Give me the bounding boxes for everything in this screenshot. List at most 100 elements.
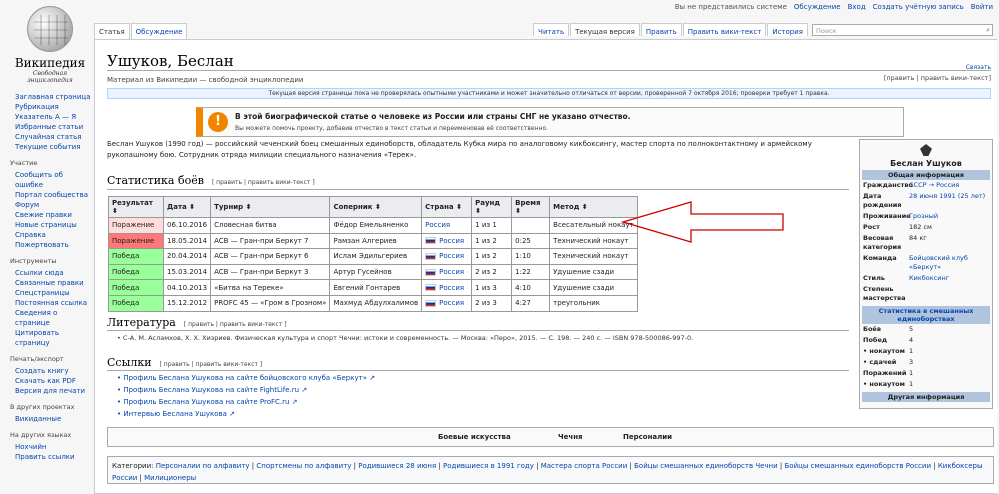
external-link[interactable]: • Профиль Беслана Ушукова на сайте Fight… (117, 386, 307, 394)
country-link[interactable]: Россия (439, 284, 464, 292)
column-header[interactable]: Страна ⬍ (421, 196, 473, 218)
infobox-stats-band[interactable]: Статистика в смешанных единоборствах (862, 306, 990, 324)
sidebar-item[interactable]: Связанные правки (10, 278, 92, 288)
sidebar-item[interactable]: Рубрикация (10, 102, 92, 112)
category-link[interactable]: Бойцы смешанных единоборств Чечни (634, 462, 778, 470)
external-link[interactable]: • Профиль Беслана Ушукова на сайте ProFC… (117, 398, 298, 406)
infobox-value[interactable]: СССР → Россия (909, 181, 989, 190)
column-header[interactable]: Турнир ⬍ (210, 196, 331, 218)
category-link[interactable]: Бойцы смешанных единоборств России (785, 462, 932, 470)
search-input[interactable]: Поиск ⌕ (812, 24, 993, 36)
chechnya-link[interactable]: Чечня (558, 433, 583, 441)
country-cell[interactable]: Россия (421, 248, 473, 265)
sidebar-item[interactable]: Новые страницы (10, 220, 92, 230)
date-cell: 18.05.2014 (162, 232, 212, 250)
personal-item[interactable]: Обсуждение (794, 3, 841, 11)
sidebar-item[interactable]: Свежие правки (10, 210, 92, 220)
persons-link[interactable]: Персоналии (623, 433, 672, 441)
sidebar-item[interactable]: Портал сообщества (10, 190, 92, 200)
sidebar-item[interactable]: Ссылки сюда (10, 268, 92, 278)
country-cell[interactable]: Россия (421, 232, 473, 250)
edit-section-link[interactable]: [ править | править вики-текст ] (160, 361, 263, 368)
sidebar-item[interactable]: Случайная статья (10, 132, 92, 142)
tab-view-3[interactable]: Править вики-текст (682, 23, 767, 36)
country-link[interactable]: Россия (439, 237, 464, 245)
infobox-value[interactable]: Бойцовский клуб «Беркут» (909, 254, 989, 272)
infobox-value[interactable]: 28 июня 1991 (25 лет) (909, 192, 989, 210)
time-cell (511, 217, 551, 234)
sidebar-item[interactable]: Править ссылки (10, 452, 92, 462)
russia-flag-icon (425, 237, 437, 245)
edit-section-link[interactable]: [ править | править вики-текст ] (184, 321, 287, 328)
country-link[interactable]: Россия (439, 299, 464, 307)
sidebar-item[interactable]: Заглавная страница (10, 92, 92, 102)
column-header[interactable]: Соперник ⬍ (329, 196, 423, 218)
method-cell: Удушение сзади (549, 263, 638, 281)
infobox-row: Гражданство СССР → Россия (860, 180, 992, 191)
sport-emblem-icon (920, 144, 932, 156)
country-link[interactable]: Россия (439, 252, 464, 260)
category-link[interactable]: Спортсмены по алфавиту (256, 462, 351, 470)
sidebar-heading: На других языках (10, 431, 72, 439)
sidebar-heading: Печать/экспорт (10, 355, 64, 363)
personal-item[interactable]: Создать учётную запись (873, 3, 964, 11)
country-cell[interactable]: Россия (421, 217, 473, 234)
sidebar-item[interactable]: Сообщить об ошибке (10, 170, 92, 190)
sidebar-item[interactable]: Спецстраницы (10, 288, 92, 298)
sidebar-item[interactable]: Викиданные (10, 414, 92, 424)
sidebar-item[interactable]: Пожертвовать (10, 240, 92, 250)
round-cell: 1 из 3 (471, 279, 513, 296)
sidebar-item[interactable]: Нохчийн (10, 442, 92, 452)
tab-view-2[interactable]: Править (640, 23, 682, 36)
method-cell: Удушение сзади (549, 279, 638, 296)
sidebar-item[interactable]: Постоянная ссылка (10, 298, 92, 308)
edit-links[interactable]: [править | править вики-текст] (884, 74, 991, 82)
sidebar-item[interactable]: Текущие события (10, 142, 92, 152)
martial-arts-link[interactable]: Боевые искусства (438, 433, 511, 441)
external-link[interactable]: • Профиль Беслана Ушукова на сайте бойцо… (117, 374, 375, 382)
sidebar-item[interactable]: Скачать как PDF (10, 376, 92, 386)
personal-item[interactable]: Войти (971, 3, 993, 11)
sidebar-item[interactable]: Форум (10, 200, 92, 210)
tab-1[interactable]: Обсуждение (130, 23, 188, 39)
sidebar-group: Заглавная страница Рубрикация Указатель А … (10, 92, 92, 152)
country-cell[interactable]: Россия (421, 263, 473, 281)
category-link[interactable]: Мастера спорта России (541, 462, 628, 470)
infobox-value[interactable]: Кикбоксинг (909, 274, 989, 283)
column-header[interactable]: Время ⬍ (511, 196, 551, 218)
tab-view-1[interactable]: Текущая версия (570, 23, 640, 36)
country-cell[interactable]: Россия (421, 294, 473, 312)
column-header[interactable]: Раунд ⬍ (471, 196, 513, 218)
search-icon[interactable]: ⌕ (986, 26, 990, 35)
content-area: Ушуков, Беслан Связать Материал из Викип… (94, 39, 997, 494)
sidebar-item[interactable]: Указатель А — Я (10, 112, 92, 122)
tab-view-0[interactable]: Читать (533, 23, 570, 36)
personal-item[interactable]: Вход (848, 3, 866, 11)
category-link[interactable]: Персоналии по алфавиту (156, 462, 250, 470)
tab-0[interactable]: Статья (94, 23, 130, 39)
category-link[interactable]: Милиционеры (144, 474, 196, 482)
tab-view-4[interactable]: История (767, 23, 808, 36)
category-link[interactable]: Родившиеся в 1991 году (443, 462, 534, 470)
country-link[interactable]: Россия (439, 268, 464, 276)
lead-paragraph: Беслан Ушуков (1990 год) — российский че… (107, 140, 812, 159)
column-header[interactable]: Дата ⬍ (162, 196, 212, 218)
external-link[interactable]: • Интервью Беслана Ушукова ↗ (117, 410, 235, 418)
sidebar-item[interactable]: Справка (10, 230, 92, 240)
edit-section-link[interactable]: [ править | править вики-текст ] (212, 179, 315, 186)
country-cell[interactable]: Россия (421, 279, 473, 296)
sidebar-item[interactable]: Версия для печати (10, 386, 92, 396)
category-link[interactable]: Родившиеся 28 июня (358, 462, 436, 470)
sidebar-item[interactable]: Цитировать страницу (10, 328, 92, 348)
infobox-row: Дата рождения 28 июня 1991 (25 лет) (860, 191, 992, 211)
infobox-stat-row: Побед 4 (860, 335, 992, 346)
result-cell: Победа (108, 279, 164, 296)
infobox-stat-key: Поражений (863, 369, 907, 377)
wikipedia-logo[interactable]: Википедия Свободная энциклопедия (14, 6, 86, 84)
infobox-value[interactable]: Грозный (909, 212, 989, 221)
country-link[interactable]: Россия (425, 221, 450, 229)
sidebar-item[interactable]: Избранные статьи (10, 122, 92, 132)
sidebar-item[interactable]: Создать книгу (10, 366, 92, 376)
column-header[interactable]: Результат ⬍ (108, 196, 164, 218)
sidebar-item[interactable]: Сведения о странице (10, 308, 92, 328)
